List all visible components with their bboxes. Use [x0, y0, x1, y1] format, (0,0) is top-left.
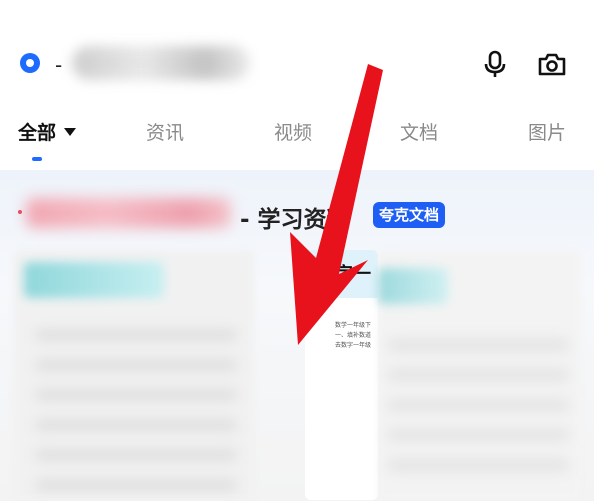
tab-images-label: 图片 — [528, 122, 567, 144]
tab-video-label: 视频 — [274, 122, 313, 144]
tab-video[interactable]: 视频 — [274, 118, 312, 145]
document-thumbnail[interactable] — [378, 250, 580, 500]
tab-news[interactable]: 资讯 — [146, 118, 184, 145]
active-tab-indicator — [32, 157, 42, 161]
result-marker-dot — [18, 210, 22, 214]
microphone-icon[interactable] — [483, 50, 507, 78]
search-bar: - — [0, 0, 594, 108]
thumbnail-text-line: 去数字一年级 — [335, 342, 372, 349]
tab-images[interactable]: 图片 — [528, 118, 566, 145]
tab-docs[interactable]: 文档 — [400, 118, 438, 145]
thumbnail-header-text: 字一 — [335, 264, 371, 285]
query-separator: - — [55, 53, 63, 77]
source-badge: 夸克文档 — [373, 202, 446, 228]
search-query-redacted[interactable] — [72, 46, 250, 80]
thumbnail-text-line: 一、填补数道 — [335, 332, 372, 339]
result-title-redacted[interactable] — [26, 198, 231, 228]
tab-docs-label: 文档 — [400, 122, 439, 144]
document-thumbnail[interactable] — [14, 250, 254, 500]
document-thumbnail-preview[interactable]: 字一 数学一年级下 一、填补数道 去数字一年级 — [305, 250, 378, 500]
camera-icon[interactable] — [537, 51, 567, 77]
caret-down-icon — [64, 127, 77, 136]
tab-news-label: 资讯 — [146, 122, 185, 144]
search-result-card[interactable]: - 学习资料 夸克文档 字一 数学一年级下 一、填补数道 去数字一年级 — [0, 170, 594, 501]
quark-logo-icon[interactable] — [20, 53, 40, 73]
result-title[interactable]: - 学习资料 — [240, 200, 350, 234]
thumbnail-text-line: 数学一年级下 — [335, 322, 372, 329]
tab-all[interactable]: 全部 — [18, 118, 77, 145]
category-tabs: 全部 资讯 视频 文档 图片 — [0, 108, 594, 164]
tab-all-label: 全部 — [18, 122, 57, 144]
